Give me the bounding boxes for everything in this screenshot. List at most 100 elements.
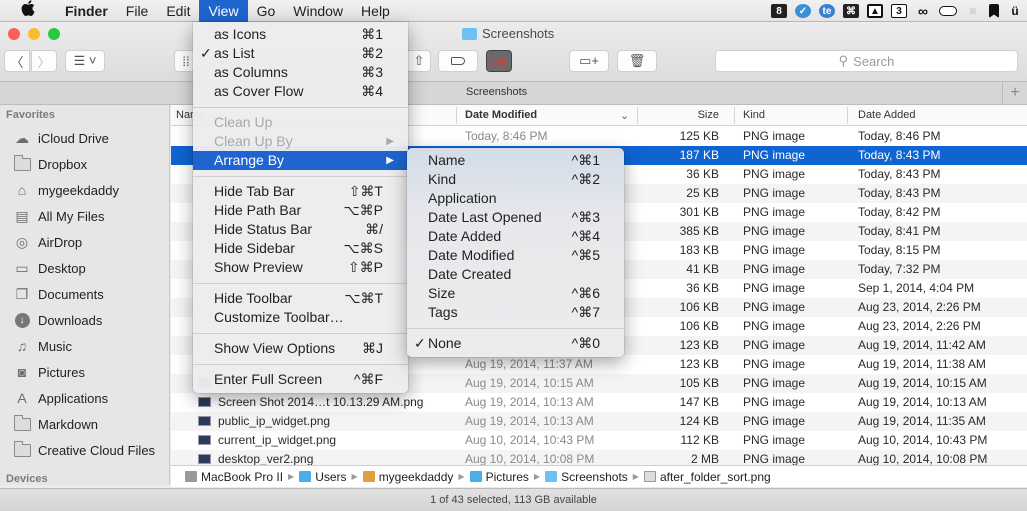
file-date-added: Today, 8:43 PM	[858, 148, 941, 162]
command-icon[interactable]: ⌘	[843, 4, 859, 18]
menu-item-hide-status-bar[interactable]: Hide Status Bar ⌘/	[193, 220, 408, 239]
file-kind: PNG image	[743, 357, 806, 371]
table-row[interactable]: current_ip_widget.png Aug 10, 2014, 10:43…	[171, 431, 1027, 450]
menu-item-show-view-options[interactable]: Show View Options ⌘J	[193, 339, 408, 358]
sidebar-item-desktop[interactable]: ▭ Desktop	[0, 255, 169, 281]
menu-finder[interactable]: Finder	[56, 0, 117, 22]
new-tab-button[interactable]: +	[1002, 82, 1027, 105]
column-divider[interactable]	[456, 107, 457, 124]
dropbox-icon[interactable]: ✓	[795, 4, 811, 18]
creative-cloud-icon[interactable]: ∞	[915, 3, 931, 19]
menu-item-hide-path-bar[interactable]: Hide Path Bar ⌥⌘P	[193, 201, 408, 220]
sidebar-item-all-my-files[interactable]: ▤ All My Files	[0, 203, 169, 229]
sidebar-item-applications[interactable]: A Applications	[0, 385, 169, 411]
menu-view[interactable]: View	[199, 0, 248, 22]
terminal-button[interactable]: >⦿	[486, 50, 512, 72]
path-segment-label: MacBook Pro II	[201, 469, 284, 484]
sidebar-item-creative-cloud-files[interactable]: Creative Cloud Files	[0, 437, 169, 463]
menu-item-hide-sidebar[interactable]: Hide Sidebar ⌥⌘S	[193, 239, 408, 258]
menu-item-customize-toolbar[interactable]: Customize Toolbar…	[193, 308, 408, 327]
sidebar-item-dropbox[interactable]: Dropbox	[0, 151, 169, 177]
arrange-item-tags[interactable]: Tags ^⌘7	[407, 303, 624, 322]
sidebar-item-downloads[interactable]: ↓ Downloads	[0, 307, 169, 333]
column-divider[interactable]	[637, 107, 638, 124]
calendar-icon[interactable]: 3	[891, 4, 907, 18]
path-segment[interactable]: Screenshots	[545, 470, 628, 484]
column-date-added[interactable]: Date Added	[858, 109, 916, 121]
arrange-item-date-created[interactable]: Date Created	[407, 265, 624, 284]
ghost-icon[interactable]: 8	[771, 4, 787, 18]
folder-icon	[13, 414, 31, 432]
sidebar-item-music[interactable]: ♫ Music	[0, 333, 169, 359]
arrange-item-none[interactable]: ✓ None ^⌘0	[407, 334, 624, 353]
menu-item-as-list[interactable]: ✓ as List ⌘2	[193, 44, 408, 63]
tab-screenshots[interactable]: Screenshots	[466, 86, 527, 98]
sidebar-heading-favorites: Favorites	[6, 109, 55, 121]
menu-help[interactable]: Help	[352, 0, 399, 22]
menu-item-shortcut: ⌘3	[361, 64, 383, 80]
search-field[interactable]: ⚲ Search	[715, 50, 1018, 72]
menu-window[interactable]: Window	[284, 0, 352, 22]
menu-go[interactable]: Go	[248, 0, 285, 22]
new-folder-button[interactable]: ▭+	[569, 50, 609, 72]
menu-item-as-columns[interactable]: as Columns ⌘3	[193, 63, 408, 82]
owl-icon[interactable]: ü	[1007, 4, 1023, 18]
sidebar-item-pictures[interactable]: ◙ Pictures	[0, 359, 169, 385]
te-icon[interactable]: te	[819, 4, 835, 18]
path-segment[interactable]: Pictures	[469, 470, 529, 484]
sidebar-item-mygeekdaddy[interactable]: ⌂ mygeekdaddy	[0, 177, 169, 203]
arrange-item-kind[interactable]: Kind ^⌘2	[407, 170, 624, 189]
menu-file[interactable]: File	[117, 0, 158, 22]
arrange-item-date-modified[interactable]: Date Modified ^⌘5	[407, 246, 624, 265]
arrange-item-date-added[interactable]: Date Added ^⌘4	[407, 227, 624, 246]
menu-item-hide-tab-bar[interactable]: Hide Tab Bar ⇧⌘T	[193, 182, 408, 201]
airplay-icon[interactable]: ▲	[867, 4, 883, 18]
arrange-item-date-last-opened[interactable]: Date Last Opened ^⌘3	[407, 208, 624, 227]
table-row[interactable]: Screen Shot 2014…t 10.13.29 AM.png Aug 19…	[171, 393, 1027, 412]
menu-item-hide-toolbar[interactable]: Hide Toolbar ⌥⌘T	[193, 289, 408, 308]
column-divider[interactable]	[734, 107, 735, 124]
menu-item-label: Tags	[428, 304, 458, 320]
arrange-item-name[interactable]: Name ^⌘1	[407, 151, 624, 170]
sidebar-item-documents[interactable]: ❐ Documents	[0, 281, 169, 307]
back-button[interactable]: 〈	[4, 50, 30, 72]
file-date-modified: Aug 19, 2014, 10:13 AM	[465, 414, 594, 428]
equalizer-icon[interactable]: ≡	[965, 4, 981, 18]
menu-item-show-preview[interactable]: Show Preview ⇧⌘P	[193, 258, 408, 277]
minimize-button[interactable]	[28, 28, 40, 40]
menu-item-arrange-by[interactable]: Arrange By ▶	[193, 151, 408, 170]
view-mode-button[interactable]: ☰ ˅	[65, 50, 105, 72]
trash-button[interactable]: 🗑	[617, 50, 657, 72]
sort-chevron-icon[interactable]: ⌄	[620, 109, 629, 122]
sidebar-item-label: Pictures	[38, 364, 85, 380]
arrange-item-size[interactable]: Size ^⌘6	[407, 284, 624, 303]
forward-button[interactable]: 〉	[31, 50, 57, 72]
column-kind[interactable]: Kind	[743, 109, 765, 121]
menu-edit[interactable]: Edit	[157, 0, 199, 22]
column-size[interactable]: Size	[698, 109, 719, 121]
arrange-item-application[interactable]: Application	[407, 189, 624, 208]
sidebar-item-icloud-drive[interactable]: ☁ iCloud Drive	[0, 125, 169, 151]
tags-button[interactable]	[438, 50, 478, 72]
table-row[interactable]: public_ip_widget.png Aug 19, 2014, 10:13 …	[171, 412, 1027, 431]
close-button[interactable]	[8, 28, 20, 40]
apple-menu-icon[interactable]	[18, 0, 38, 21]
column-date-modified[interactable]: Date Modified	[465, 109, 537, 121]
file-size: 385 KB	[679, 224, 719, 238]
sidebar-item-airdrop[interactable]: ◎ AirDrop	[0, 229, 169, 255]
path-segment[interactable]: MacBook Pro II	[185, 470, 283, 484]
menu-item-as-cover-flow[interactable]: as Cover Flow ⌘4	[193, 82, 408, 101]
path-separator-icon: ▶	[288, 472, 295, 481]
menu-item-as-icons[interactable]: as Icons ⌘1	[193, 25, 408, 44]
zoom-button[interactable]	[48, 28, 60, 40]
path-segment[interactable]: Users	[299, 470, 347, 484]
path-segment[interactable]: after_folder_sort.png	[643, 470, 771, 484]
column-divider[interactable]	[847, 107, 848, 124]
toggle-icon[interactable]	[939, 6, 957, 16]
path-segment[interactable]: mygeekdaddy	[362, 470, 453, 484]
share-button[interactable]: ⇧	[407, 50, 431, 72]
bookmark-icon[interactable]	[989, 4, 999, 18]
menu-item-enter-full-screen[interactable]: Enter Full Screen ^⌘F	[193, 370, 408, 389]
sidebar-item-markdown[interactable]: Markdown	[0, 411, 169, 437]
menu-item-label: Show View Options	[214, 340, 336, 356]
